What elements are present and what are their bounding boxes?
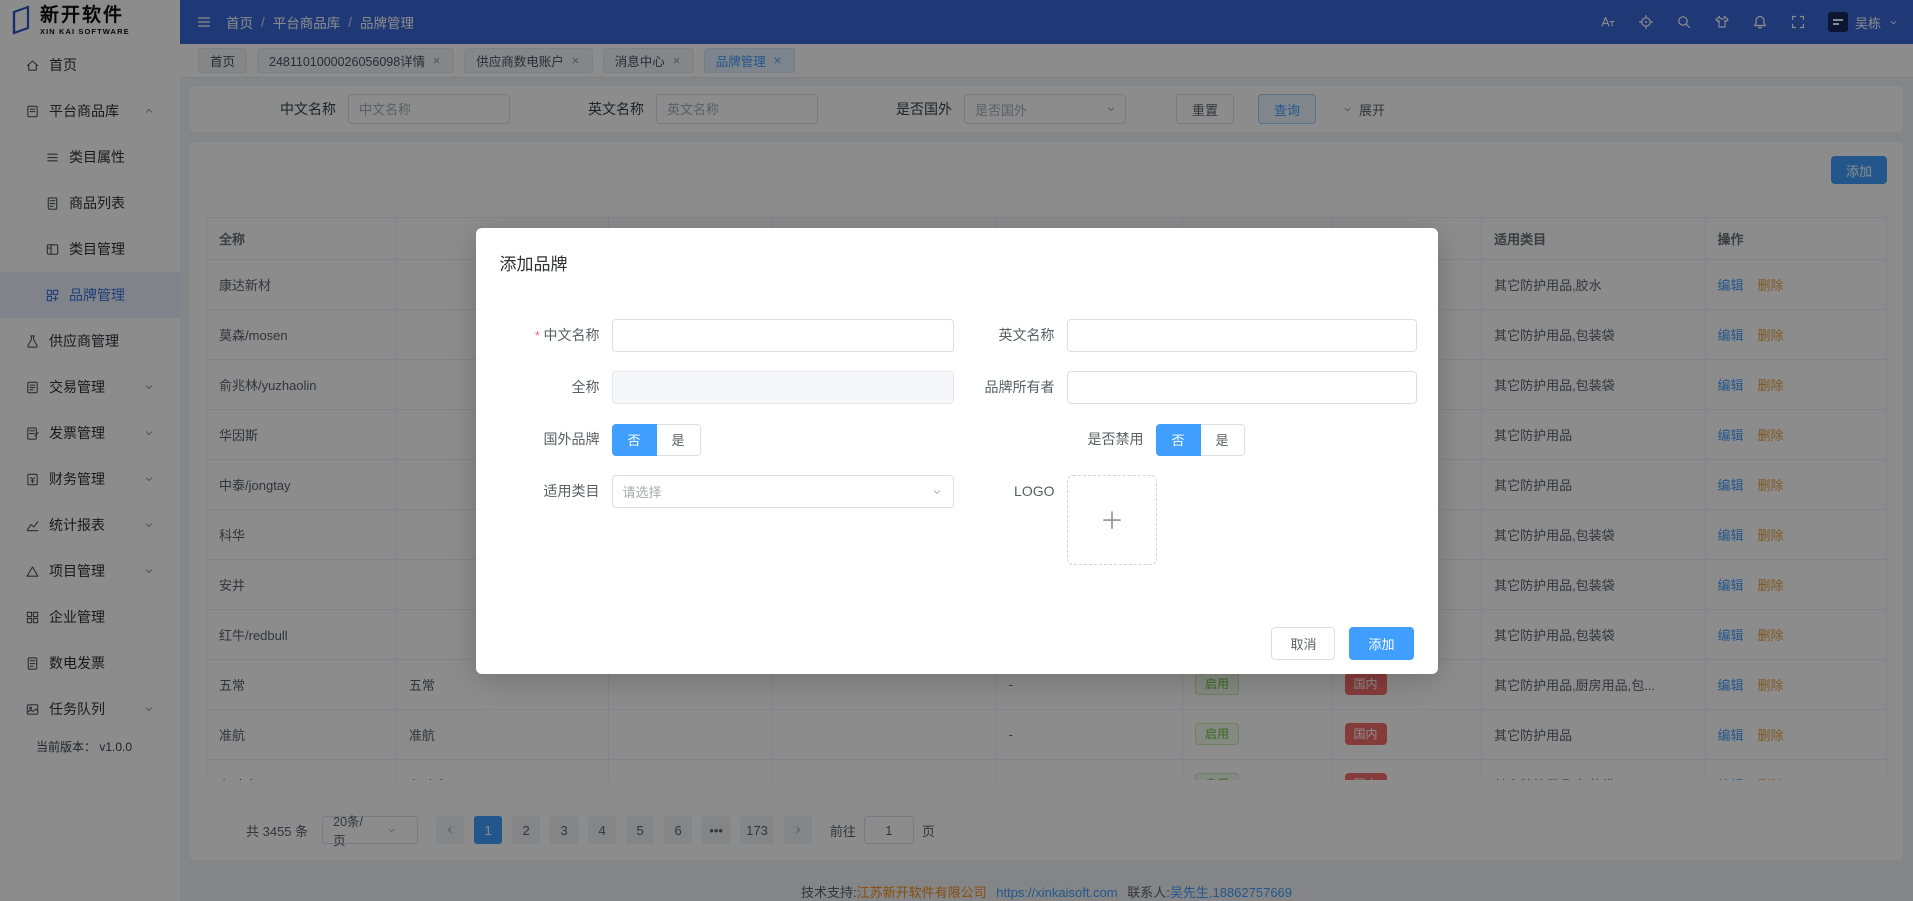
chevron-down-icon [931,486,943,498]
modal-cn-name-input[interactable] [612,319,954,352]
modal-full-name-field: 全称 [500,371,954,404]
categories-select[interactable]: 请选择 [612,475,954,508]
add-brand-dialog: 添加品牌 中文名称 英文名称 全称 品牌所有者 国外品牌 [476,228,1438,674]
modal-owner-input[interactable] [1067,371,1417,404]
modal-cn-name-field: 中文名称 [500,319,954,352]
modal-full-name-input [612,371,954,404]
plus-icon [1099,507,1125,533]
disabled-no-button[interactable]: 否 [1156,424,1201,456]
modal-full-name-label: 全称 [500,371,600,404]
disabled-toggle: 否 是 [1156,424,1245,456]
add-brand-form: 中文名称 英文名称 全称 品牌所有者 国外品牌 否 是 [500,319,1414,565]
foreign-no-button[interactable]: 否 [612,424,657,456]
modal-foreign-label: 国外品牌 [500,423,600,456]
foreign-toggle: 否 是 [612,424,701,456]
modal-en-name-input[interactable] [1067,319,1417,352]
modal-cn-name-label: 中文名称 [500,319,600,352]
modal-disabled-field: 是否禁用 否 是 [1054,423,1245,456]
modal-owner-label: 品牌所有者 [965,371,1055,404]
modal-foreign-field: 国外品牌 否 是 [500,423,701,456]
modal-owner-field: 品牌所有者 [965,371,1417,404]
dialog-title: 添加品牌 [500,250,1414,275]
modal-categories-field: 适用类目 请选择 [500,475,954,508]
disabled-yes-button[interactable]: 是 [1201,424,1245,456]
modal-en-name-field: 英文名称 [965,319,1417,352]
modal-logo-label: LOGO [965,475,1055,508]
modal-en-name-label: 英文名称 [965,319,1055,352]
cancel-button[interactable]: 取消 [1271,627,1335,660]
dialog-footer: 取消 添加 [1271,627,1413,660]
modal-disabled-label: 是否禁用 [1054,423,1144,456]
modal-logo-field: LOGO [965,475,1157,565]
logo-upload[interactable] [1067,475,1157,565]
modal-categories-label: 适用类目 [500,475,600,508]
foreign-yes-button[interactable]: 是 [657,424,701,456]
confirm-add-button[interactable]: 添加 [1349,627,1413,660]
